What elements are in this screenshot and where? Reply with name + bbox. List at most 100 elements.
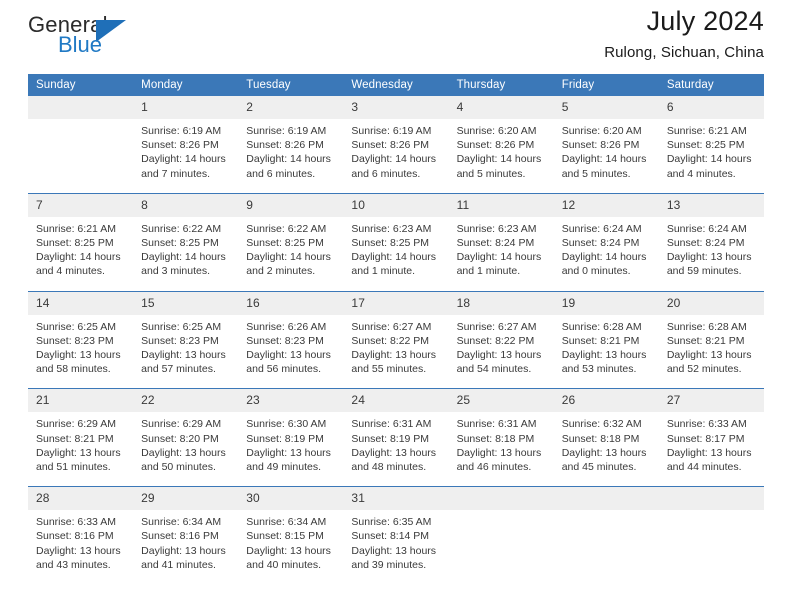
sunset-text [667, 529, 758, 543]
day-details: Sunrise: 6:25 AM Sunset: 8:23 PM Daylight:… [133, 315, 238, 389]
day-cell[interactable]: Sunrise: 6:33 AM Sunset: 8:17 PM Daylight:… [659, 412, 764, 486]
day-number[interactable]: 5 [553, 96, 659, 119]
day-number[interactable]: 8 [133, 193, 239, 217]
day-details: Sunrise: 6:22 AM Sunset: 8:25 PM Daylight:… [133, 217, 238, 291]
daylight-text-line2: and 6 minutes. [246, 167, 316, 180]
day-cell[interactable]: Sunrise: 6:21 AM Sunset: 8:25 PM Daylight:… [659, 119, 764, 193]
day-cell[interactable]: Sunrise: 6:19 AM Sunset: 8:26 PM Daylight:… [133, 119, 238, 193]
calendar-week-row: 123456 [28, 96, 764, 119]
day-cell[interactable]: Sunrise: 6:25 AM Sunset: 8:23 PM Daylight:… [133, 315, 238, 389]
sunset-text: Sunset: 8:25 PM [666, 139, 745, 152]
day-cell[interactable]: Sunrise: 6:20 AM Sunset: 8:26 PM Daylight:… [449, 119, 554, 193]
day-number[interactable]: 4 [448, 96, 554, 119]
day-cell[interactable]: Sunrise: 6:25 AM Sunset: 8:23 PM Daylight:… [28, 315, 133, 389]
day-number-cell: 20 [658, 291, 764, 315]
weekday-header-thursday: Thursday [448, 74, 554, 96]
day-cell[interactable]: Sunrise: 6:23 AM Sunset: 8:25 PM Daylight:… [343, 217, 448, 291]
day-number-cell: 4 [448, 96, 554, 119]
day-cell[interactable]: Sunrise: 6:31 AM Sunset: 8:18 PM Daylight:… [449, 412, 554, 486]
day-number[interactable]: 15 [133, 291, 239, 315]
day-number[interactable]: 2 [238, 96, 344, 119]
day-number[interactable]: 13 [658, 193, 764, 217]
day-number[interactable]: 12 [553, 193, 659, 217]
day-number[interactable]: 29 [133, 487, 239, 511]
day-cell[interactable]: Sunrise: 6:31 AM Sunset: 8:19 PM Daylight:… [343, 412, 448, 486]
sunset-text: Sunset: 8:26 PM [246, 139, 324, 152]
day-number-cell: 6 [658, 96, 764, 119]
day-number[interactable]: 28 [28, 487, 134, 511]
day-cell[interactable]: Sunrise: 6:27 AM Sunset: 8:22 PM Daylight:… [449, 315, 554, 389]
day-cell[interactable]: Sunrise: 6:24 AM Sunset: 8:24 PM Daylight:… [554, 217, 659, 291]
day-cell[interactable]: Sunrise: 6:22 AM Sunset: 8:25 PM Daylight:… [133, 217, 238, 291]
sunrise-text: Sunrise: 6:24 AM [561, 222, 642, 235]
day-cell[interactable]: Sunrise: 6:24 AM Sunset: 8:24 PM Daylight:… [659, 217, 764, 291]
day-number[interactable]: 24 [343, 389, 449, 413]
day-cell[interactable]: Sunrise: 6:29 AM Sunset: 8:21 PM Daylight:… [28, 412, 133, 486]
day-number[interactable]: 17 [343, 291, 449, 315]
day-number[interactable]: 21 [28, 389, 134, 413]
sunrise-text: Sunrise: 6:32 AM [561, 418, 642, 431]
day-cell[interactable]: Sunrise: 6:29 AM Sunset: 8:20 PM Daylight:… [133, 412, 238, 486]
day-number-cell: 21 [28, 389, 134, 413]
general-blue-logo[interactable]: General Blue [28, 12, 148, 64]
day-cell[interactable]: Sunrise: 6:26 AM Sunset: 8:23 PM Daylight:… [238, 315, 343, 389]
sunrise-text: Sunrise: 6:33 AM [36, 516, 116, 529]
day-cell[interactable]: Sunrise: 6:22 AM Sunset: 8:25 PM Daylight:… [238, 217, 343, 291]
day-number[interactable]: 27 [658, 389, 764, 413]
day-cell[interactable]: Sunrise: 6:27 AM Sunset: 8:22 PM Daylight:… [343, 315, 448, 389]
day-cell[interactable]: Sunrise: 6:23 AM Sunset: 8:24 PM Daylight:… [449, 217, 554, 291]
day-number[interactable]: 18 [448, 291, 554, 315]
daylight-text-line2: and 49 minutes. [246, 461, 321, 474]
daylight-text-line2: and 39 minutes. [351, 558, 427, 571]
day-number[interactable]: 31 [343, 487, 449, 511]
day-number[interactable]: 30 [238, 487, 344, 511]
day-cell[interactable]: Sunrise: 6:34 AM Sunset: 8:15 PM Daylight:… [238, 510, 343, 584]
day-number[interactable]: 22 [133, 389, 239, 413]
day-number[interactable]: 26 [553, 389, 659, 413]
day-number[interactable]: 3 [343, 96, 449, 119]
day-number[interactable]: 9 [238, 193, 344, 217]
daylight-text-line2: and 46 minutes. [456, 461, 532, 474]
day-number[interactable]: 20 [658, 291, 764, 315]
day-number-cell: 13 [658, 193, 764, 217]
daylight-text-line2: and 7 minutes. [141, 167, 211, 180]
day-number[interactable]: 11 [448, 193, 554, 217]
sunrise-text [36, 124, 127, 138]
logo-text-blue: Blue [58, 32, 103, 57]
daylight-text-line2: and 45 minutes. [561, 461, 637, 474]
daylight-text-line2: and 4 minutes. [666, 167, 736, 180]
sunset-text: Sunset: 8:15 PM [246, 530, 324, 543]
day-cell[interactable]: Sunrise: 6:19 AM Sunset: 8:26 PM Daylight:… [343, 119, 448, 193]
title-block: July 2024 Rulong, Sichuan, China [604, 6, 764, 61]
weekday-header-sunday: Sunday [28, 74, 134, 96]
day-cell[interactable]: Sunrise: 6:32 AM Sunset: 8:18 PM Daylight:… [554, 412, 659, 486]
day-cell[interactable]: Sunrise: 6:19 AM Sunset: 8:26 PM Daylight:… [238, 119, 343, 193]
daylight-text-line1: Daylight: 13 hours [561, 446, 647, 459]
day-cell[interactable]: Sunrise: 6:30 AM Sunset: 8:19 PM Daylight:… [238, 412, 343, 486]
sunrise-text [562, 515, 653, 529]
daylight-text-line2: and 41 minutes. [141, 558, 216, 571]
day-number[interactable]: 10 [343, 193, 449, 217]
day-cell[interactable]: Sunrise: 6:33 AM Sunset: 8:16 PM Daylight:… [28, 510, 133, 584]
day-number[interactable]: 1 [133, 96, 239, 119]
day-number-cell: 16 [238, 291, 344, 315]
weekday-header-tuesday: Tuesday [238, 74, 344, 96]
daylight-text-line1: Daylight: 13 hours [666, 349, 752, 362]
day-number[interactable]: 16 [238, 291, 344, 315]
day-cell[interactable]: Sunrise: 6:34 AM Sunset: 8:16 PM Daylight:… [133, 510, 238, 584]
sunset-text: Sunset: 8:26 PM [351, 139, 430, 152]
day-number[interactable]: 19 [553, 291, 659, 315]
day-cell[interactable]: Sunrise: 6:21 AM Sunset: 8:25 PM Daylight:… [28, 217, 133, 291]
sunrise-text: Sunrise: 6:23 AM [456, 222, 537, 235]
day-number[interactable]: 6 [658, 96, 764, 119]
day-number[interactable]: 14 [28, 291, 134, 315]
day-number[interactable]: 25 [448, 389, 554, 413]
day-cell[interactable]: Sunrise: 6:28 AM Sunset: 8:21 PM Daylight:… [554, 315, 659, 389]
day-number[interactable]: 7 [28, 193, 134, 217]
sunrise-text: Sunrise: 6:33 AM [666, 418, 747, 431]
day-cell[interactable]: Sunrise: 6:35 AM Sunset: 8:14 PM Daylight:… [343, 510, 448, 584]
day-number[interactable]: 23 [238, 389, 344, 413]
day-cell[interactable]: Sunrise: 6:28 AM Sunset: 8:21 PM Daylight:… [659, 315, 764, 389]
sunset-text: Sunset: 8:19 PM [246, 432, 324, 445]
day-cell[interactable]: Sunrise: 6:20 AM Sunset: 8:26 PM Daylight:… [554, 119, 659, 193]
